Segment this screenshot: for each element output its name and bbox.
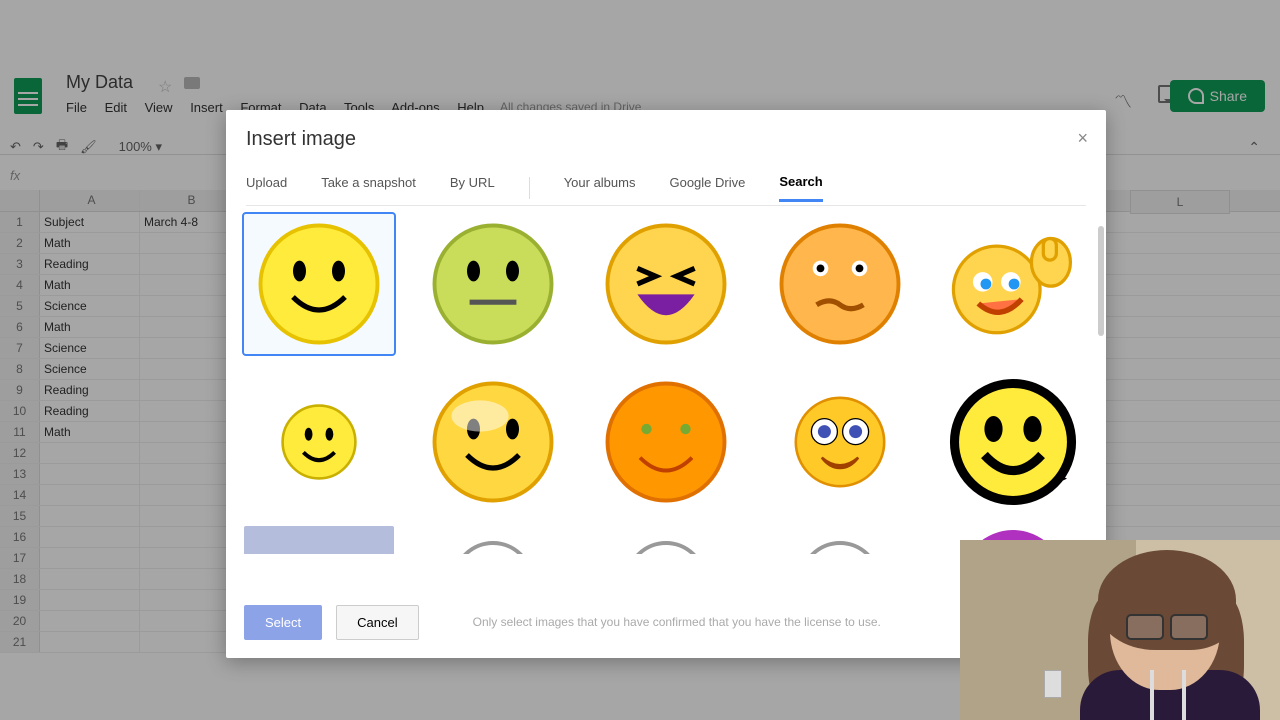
close-icon[interactable]: × — [1077, 128, 1088, 149]
select-button[interactable]: Select — [244, 605, 322, 640]
image-result-partial[interactable] — [418, 526, 568, 554]
tab-upload[interactable]: Upload — [246, 175, 287, 200]
mouse-cursor-icon: ➤ — [1056, 470, 1068, 487]
cancel-button[interactable]: Cancel — [336, 605, 418, 640]
image-result[interactable] — [938, 214, 1088, 354]
image-result[interactable] — [244, 372, 394, 512]
license-notice: Only select images that you have confirm… — [473, 615, 881, 629]
tab-snapshot[interactable]: Take a snapshot — [321, 175, 416, 200]
image-results-grid — [240, 210, 1098, 578]
image-result[interactable] — [244, 214, 394, 354]
webcam-overlay — [960, 540, 1280, 720]
image-result[interactable] — [591, 372, 741, 512]
image-result[interactable] — [591, 214, 741, 354]
image-result[interactable] — [418, 214, 568, 354]
modal-title: Insert image — [246, 128, 356, 151]
image-result[interactable] — [765, 214, 915, 354]
scrollbar-thumb[interactable] — [1098, 226, 1104, 336]
image-result-partial[interactable] — [591, 526, 741, 554]
tab-byurl[interactable]: By URL — [450, 175, 495, 200]
modal-tabs: Upload Take a snapshot By URL Your album… — [246, 170, 1086, 206]
image-result-partial[interactable] — [765, 526, 915, 554]
tab-search[interactable]: Search — [779, 174, 822, 202]
tab-divider — [529, 177, 530, 199]
tab-albums[interactable]: Your albums — [564, 175, 636, 200]
image-result[interactable] — [418, 372, 568, 512]
tab-drive[interactable]: Google Drive — [669, 175, 745, 200]
image-result[interactable] — [765, 372, 915, 512]
image-result-partial[interactable] — [244, 526, 394, 554]
image-result[interactable] — [938, 372, 1088, 512]
